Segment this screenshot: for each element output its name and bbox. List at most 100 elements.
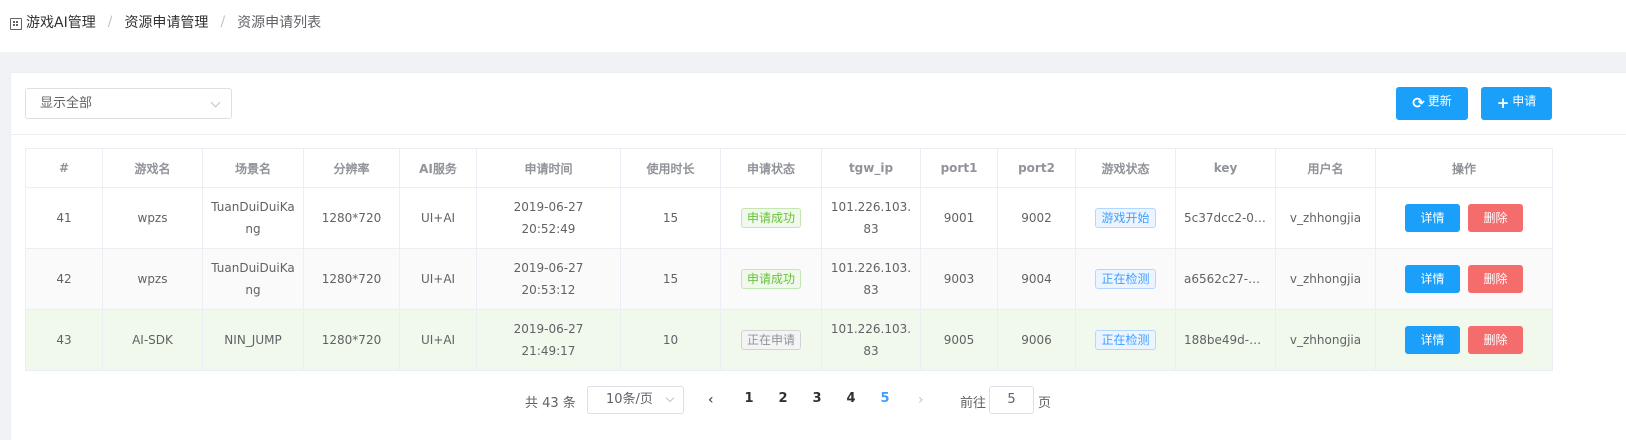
table-row[interactable]: 43 AI-SDK NIN_JUMP 1280*720 UI+AI 2019-0… <box>25 309 1553 371</box>
cell-actions: 详情 删除 <box>1375 248 1553 310</box>
table-row[interactable]: 42 wpzs TuanDuiDuiKang 1280*720 UI+AI 20… <box>25 248 1553 310</box>
column-header: # <box>25 148 103 188</box>
page-number-3[interactable]: 3 <box>807 391 827 406</box>
cell-apply-status: 正在申请 <box>720 309 822 371</box>
column-header: 使用时长 <box>620 148 721 188</box>
goto-label: 前往 <box>960 396 987 411</box>
cell-ai-service: UI+AI <box>399 187 477 249</box>
chevron-right-icon[interactable]: › <box>918 390 924 410</box>
status-filter-value: 显示全部 <box>40 96 93 111</box>
plus-icon: + <box>1496 94 1510 112</box>
column-header: AI服务 <box>399 148 477 188</box>
column-header: 申请时间 <box>476 148 621 188</box>
cell-actions: 详情 删除 <box>1375 187 1553 249</box>
cell-port2: 9006 <box>997 309 1076 371</box>
cell-resolution: 1280*720 <box>303 187 400 249</box>
column-header: port1 <box>920 148 998 188</box>
cell-apply-status: 申请成功 <box>720 248 822 310</box>
cell-game: wpzs <box>102 248 203 310</box>
cell-apply-time: 2019-06-27 20:53:12 <box>476 248 621 310</box>
detail-button[interactable]: 详情 <box>1405 265 1460 293</box>
column-header: 场景名 <box>202 148 304 188</box>
cell-user: v_zhhongjia <box>1275 187 1376 249</box>
game-status-badge: 正在检测 <box>1095 269 1156 289</box>
cell-scene: TuanDuiDuiKang <box>202 248 304 310</box>
apply-button-label: 申请 <box>1512 94 1537 108</box>
status-filter-select[interactable]: 显示全部 <box>25 88 232 119</box>
cell-tgw-ip: 101.226.103.83 <box>821 248 921 310</box>
table-header-row: # 游戏名 场景名 分辨率 AI服务 申请时间 使用时长 申请状态 tgw_ip… <box>25 148 1553 188</box>
cell-duration: 15 <box>620 187 721 249</box>
goto-page-input[interactable]: 5 <box>989 386 1034 414</box>
cell-duration: 15 <box>620 248 721 310</box>
column-header: key <box>1175 148 1276 188</box>
breadcrumb-item-game-ai[interactable]: 游戏AI管理 <box>26 12 96 32</box>
cell-port1: 9001 <box>920 187 998 249</box>
cell-apply-time: 2019-06-27 20:52:49 <box>476 187 621 249</box>
cell-game: wpzs <box>102 187 203 249</box>
cell-resolution: 1280*720 <box>303 309 400 371</box>
resource-table: # 游戏名 场景名 分辨率 AI服务 申请时间 使用时长 申请状态 tgw_ip… <box>25 148 1553 371</box>
detail-button[interactable]: 详情 <box>1405 326 1460 354</box>
page-number-2[interactable]: 2 <box>773 391 793 406</box>
page-number-4[interactable]: 4 <box>841 391 861 406</box>
page-number-5[interactable]: 5 <box>875 391 895 406</box>
delete-button[interactable]: 删除 <box>1468 204 1523 232</box>
cell-port1: 9005 <box>920 309 998 371</box>
apply-button[interactable]: + 申请 <box>1481 87 1552 120</box>
delete-button[interactable]: 删除 <box>1468 326 1523 354</box>
page-size-value: 10条/页 <box>606 392 653 407</box>
pagination-total: 共 43 条 <box>525 396 576 411</box>
cell-tgw-ip: 101.226.103.83 <box>821 309 921 371</box>
breadcrumb-separator: / <box>107 14 113 30</box>
refresh-icon: ⟳ <box>1412 94 1425 112</box>
column-header: tgw_ip <box>821 148 921 188</box>
cell-scene: TuanDuiDuiKang <box>202 187 304 249</box>
toolbar-divider <box>11 134 1626 135</box>
top-bar: 游戏AI管理 / 资源申请管理 / 资源申请列表 <box>0 0 1626 52</box>
cell-port2: 9004 <box>997 248 1076 310</box>
refresh-button-label: 更新 <box>1427 94 1452 108</box>
table-row[interactable]: 41 wpzs TuanDuiDuiKang 1280*720 UI+AI 20… <box>25 187 1553 249</box>
cell-port1: 9003 <box>920 248 998 310</box>
cell-ai-service: UI+AI <box>399 248 477 310</box>
cell-apply-status: 申请成功 <box>720 187 822 249</box>
column-header: 用户名 <box>1275 148 1376 188</box>
cell-key: 188be49d-a6… <box>1175 309 1276 371</box>
chevron-down-icon <box>210 97 221 108</box>
game-status-badge: 正在检测 <box>1095 330 1156 350</box>
chevron-down-icon <box>665 393 675 403</box>
cell-actions: 详情 删除 <box>1375 309 1553 371</box>
game-status-badge: 游戏开始 <box>1095 208 1156 228</box>
page-number-1[interactable]: 1 <box>739 391 759 406</box>
cell-ai-service: UI+AI <box>399 309 477 371</box>
chevron-left-icon[interactable]: ‹ <box>708 390 714 410</box>
breadcrumb-item-resource-apply[interactable]: 资源申请管理 <box>124 12 208 32</box>
cell-id: 41 <box>25 187 103 249</box>
column-header: 游戏状态 <box>1075 148 1176 188</box>
cell-user: v_zhhongjia <box>1275 309 1376 371</box>
cell-key: a6562c27-8b… <box>1175 248 1276 310</box>
pagination: 共 43 条 10条/页 ‹ 1 2 3 4 5 › 前往 5 页 <box>11 386 1626 414</box>
delete-button[interactable]: 删除 <box>1468 265 1523 293</box>
column-header: port2 <box>997 148 1076 188</box>
page-size-select[interactable]: 10条/页 <box>587 386 684 414</box>
cell-resolution: 1280*720 <box>303 248 400 310</box>
refresh-button[interactable]: ⟳ 更新 <box>1396 87 1468 120</box>
column-header: 游戏名 <box>102 148 203 188</box>
cell-user: v_zhhongjia <box>1275 248 1376 310</box>
apply-status-badge: 申请成功 <box>740 208 801 228</box>
breadcrumb-separator: / <box>220 14 226 30</box>
cell-game-status: 游戏开始 <box>1075 187 1176 249</box>
cell-game: AI-SDK <box>102 309 203 371</box>
cell-apply-time: 2019-06-27 21:49:17 <box>476 309 621 371</box>
column-header: 申请状态 <box>720 148 822 188</box>
detail-button[interactable]: 详情 <box>1405 204 1460 232</box>
breadcrumb-item-current: 资源申请列表 <box>237 15 322 31</box>
cell-id: 43 <box>25 309 103 371</box>
cell-port2: 9002 <box>997 187 1076 249</box>
content-card: 显示全部 ⟳ 更新 + 申请 # 游戏名 场景名 分辨率 AI服务 申请时间 使… <box>10 72 1626 440</box>
grid-icon <box>10 18 22 30</box>
cell-scene: NIN_JUMP <box>202 309 304 371</box>
cell-key: 5c37dcc2-00… <box>1175 187 1276 249</box>
